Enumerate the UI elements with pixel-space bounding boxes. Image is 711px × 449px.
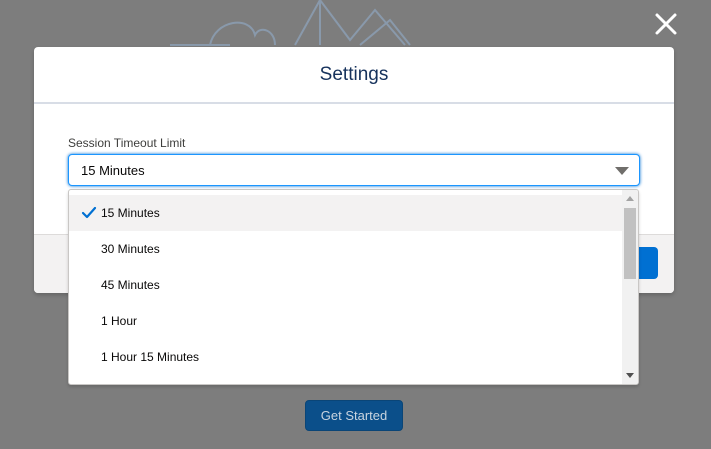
session-timeout-label: Session Timeout Limit [68, 136, 186, 150]
close-icon[interactable] [652, 10, 680, 38]
session-timeout-select[interactable]: 15 Minutes [68, 154, 640, 186]
option-label: 45 Minutes [101, 278, 160, 292]
option-item[interactable]: 1 Hour [69, 303, 622, 339]
option-item[interactable]: 1 Hour 15 Minutes [69, 339, 622, 375]
option-item[interactable]: 30 Minutes [69, 231, 622, 267]
check-icon [81, 206, 97, 219]
scroll-thumb[interactable] [624, 208, 636, 279]
modal-title: Settings [34, 47, 674, 104]
options-list: 15 Minutes 30 Minutes 45 Minutes 1 Hour … [69, 195, 622, 375]
option-label: 30 Minutes [101, 242, 160, 256]
option-label: 15 Minutes [101, 206, 160, 220]
get-started-button[interactable]: Get Started [305, 400, 403, 431]
option-label: 1 Hour [101, 314, 138, 328]
select-value: 15 Minutes [81, 162, 145, 178]
option-item[interactable]: 15 Minutes [69, 195, 622, 231]
screen: Get Started Settings Session Timeout Lim… [0, 0, 711, 449]
chevron-down-icon [615, 167, 629, 175]
timeout-dropdown-list: 15 Minutes 30 Minutes 45 Minutes 1 Hour … [68, 189, 639, 385]
option-item[interactable]: 45 Minutes [69, 267, 622, 303]
scroll-down-arrow-icon[interactable] [626, 373, 634, 378]
dropdown-scrollbar[interactable] [622, 190, 638, 384]
scroll-up-arrow-icon[interactable] [626, 196, 634, 201]
option-label: 1 Hour 15 Minutes [101, 350, 200, 364]
